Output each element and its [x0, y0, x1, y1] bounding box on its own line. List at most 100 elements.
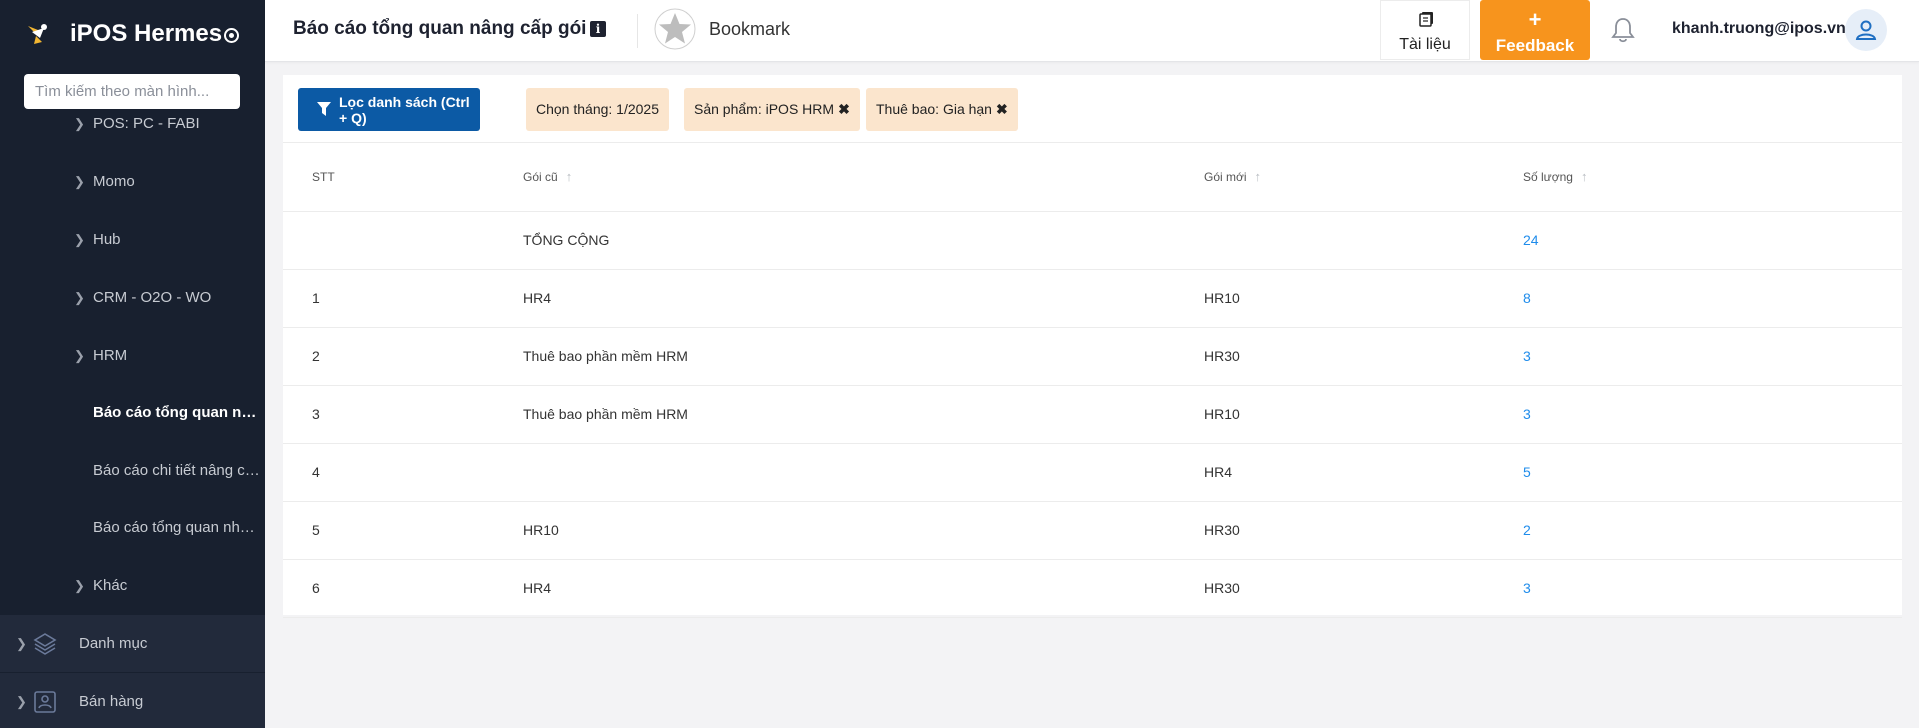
sort-arrow-icon[interactable]: ↑: [1581, 169, 1588, 184]
chevron-right-icon: ❯: [74, 231, 85, 247]
sidebar-item-label: Bán hàng: [79, 693, 144, 710]
sidebar-item-label: HRM: [93, 347, 128, 364]
sidebar-item-label: POS: PC - FABI: [93, 115, 200, 132]
top-header: Báo cáo tổng quan nâng cấp gói i Bookmar…: [265, 0, 1919, 62]
sidebar-item-label: Khác: [93, 577, 128, 594]
column-label: Gói mới: [1204, 170, 1247, 185]
cell-stt: 5: [283, 501, 523, 560]
cell-stt: 6: [283, 559, 523, 618]
cell-stt: 3: [283, 385, 523, 444]
bookmark-star-icon[interactable]: [654, 8, 696, 50]
cell-quantity[interactable]: 3: [1523, 385, 1902, 444]
column-header-quantity[interactable]: Số lượng ↑: [1523, 143, 1902, 212]
column-header-new-package[interactable]: Gói mới ↑: [1204, 143, 1523, 212]
sort-arrow-icon[interactable]: ↑: [566, 169, 573, 184]
chip-label: Sản phẩm: iPOS HRM: [694, 101, 835, 117]
filter-list-button[interactable]: Lọc danh sách (Ctrl + Q): [298, 88, 480, 131]
cell-quantity[interactable]: 2: [1523, 501, 1902, 560]
cell-old-package: Thuê bao phần mềm HRM: [523, 327, 1204, 386]
cell-quantity[interactable]: 5: [1523, 443, 1902, 502]
sidebar: iPOS Hermes ❯ POS: PC - FABI ❯ Momo ❯ Hu…: [0, 0, 265, 728]
table-row: 3 Thuê bao phần mềm HRM HR10 3: [283, 385, 1902, 444]
plus-icon: +: [1528, 7, 1542, 32]
cell-new-package: HR10: [1204, 269, 1523, 328]
chip-label: Chọn tháng: 1/2025: [536, 101, 659, 117]
chevron-right-icon: ❯: [74, 289, 85, 305]
cell-old-package: Thuê bao phần mềm HRM: [523, 385, 1204, 444]
info-icon[interactable]: i: [590, 21, 606, 37]
feedback-button[interactable]: + Feedback: [1480, 0, 1590, 60]
cell-new-package: HR30: [1204, 327, 1523, 386]
cell-stt: 1: [283, 269, 523, 328]
chevron-right-icon: ❯: [74, 577, 85, 593]
report-table: STT Gói cũ ↑ Gói mới ↑ Số lượng ↑ TỔNG CỘNG…: [283, 143, 1902, 618]
chip-label: Thuê bao: Gia hạn: [876, 101, 992, 117]
filter-chip-subscription[interactable]: Thuê bao: Gia hạn ✖: [866, 88, 1018, 131]
user-icon: [1855, 20, 1877, 40]
close-icon[interactable]: ✖: [996, 101, 1008, 117]
sidebar-item-label: CRM - O2O - WO: [93, 289, 212, 306]
cell-quantity[interactable]: 3: [1523, 327, 1902, 386]
filter-button-label: Lọc danh sách (Ctrl + Q): [339, 93, 470, 126]
table-row: 6 HR4 HR30 3: [283, 559, 1902, 618]
book-icon: [1419, 12, 1433, 27]
filter-chip-month[interactable]: Chọn tháng: 1/2025: [526, 88, 669, 131]
filter-chip-product[interactable]: Sản phẩm: iPOS HRM ✖: [684, 88, 860, 131]
cell-quantity[interactable]: 24: [1523, 211, 1902, 270]
column-header-stt: STT: [283, 143, 523, 212]
app-name: iPOS Hermes: [70, 20, 223, 47]
sidebar-group-catalog[interactable]: ❯ Danh mục: [0, 615, 265, 672]
radio-indicator-icon[interactable]: [224, 28, 239, 43]
sidebar-item-staff-overview[interactable]: Báo cáo tổng quan nhân viên: [0, 499, 265, 556]
table-total-row: TỔNG CỘNG 24: [283, 211, 1902, 270]
sidebar-item-hrm[interactable]: ❯ HRM: [0, 327, 265, 384]
docs-button[interactable]: Tài liệu: [1380, 0, 1470, 60]
table-row: 1 HR4 HR10 8: [283, 269, 1902, 328]
feedback-label: Feedback: [1495, 36, 1575, 55]
sidebar-item-label: Báo cáo tổng quan nhân viên: [93, 519, 263, 536]
column-label: Số lượng: [1523, 170, 1573, 185]
cell-new-package: HR10: [1204, 385, 1523, 444]
sidebar-item-label: Báo cáo chi tiết nâng cấp gói: [93, 462, 263, 479]
report-panel: Lọc danh sách (Ctrl + Q) Chọn tháng: 1/2…: [283, 75, 1902, 618]
table-row: 5 HR10 HR30 2: [283, 501, 1902, 560]
column-label: Gói cũ: [523, 170, 558, 185]
sidebar-item-upgrade-overview[interactable]: Báo cáo tổng quan nâng cấp gói: [0, 384, 265, 441]
table-row: 4 HR4 5: [283, 443, 1902, 502]
cell-new-package: [1204, 211, 1523, 270]
close-icon[interactable]: ✖: [838, 101, 850, 117]
sidebar-item-other[interactable]: ❯ Khác: [0, 557, 265, 614]
table-row: 2 Thuê bao phần mềm HRM HR30 3: [283, 327, 1902, 386]
cell-new-package: HR30: [1204, 501, 1523, 560]
cell-old-package: HR4: [523, 269, 1204, 328]
filter-icon: [317, 102, 331, 116]
sidebar-item-label: Báo cáo tổng quan nâng cấp gói: [93, 404, 263, 421]
chevron-right-icon: ❯: [16, 693, 27, 709]
cell-old-package: [523, 443, 1204, 502]
cell-stt: 2: [283, 327, 523, 386]
cell-stt: [283, 211, 523, 270]
sidebar-item-pos[interactable]: ❯ POS: PC - FABI: [0, 95, 265, 152]
avatar[interactable]: [1845, 9, 1887, 51]
user-email[interactable]: khanh.truong@ipos.vn: [1672, 20, 1846, 38]
brand: iPOS Hermes: [0, 0, 265, 70]
column-header-old-package[interactable]: Gói cũ ↑: [523, 143, 1204, 212]
cell-quantity[interactable]: 8: [1523, 269, 1902, 328]
chevron-right-icon: ❯: [16, 635, 27, 651]
cell-stt: 4: [283, 443, 523, 502]
sidebar-item-crm[interactable]: ❯ CRM - O2O - WO: [0, 269, 265, 326]
sidebar-item-label: Hub: [93, 231, 121, 248]
bell-icon[interactable]: [1610, 16, 1636, 44]
sidebar-item-momo[interactable]: ❯ Momo: [0, 153, 265, 210]
sidebar-group-sales[interactable]: ❯ Bán hàng: [0, 673, 265, 728]
bookmark-label[interactable]: Bookmark: [709, 19, 790, 40]
sidebar-item-label: Danh mục: [79, 635, 148, 652]
chevron-right-icon: ❯: [74, 173, 85, 189]
pos-icon: [34, 690, 56, 713]
cell-quantity[interactable]: 3: [1523, 559, 1902, 618]
sidebar-item-hub[interactable]: ❯ Hub: [0, 211, 265, 268]
sidebar-item-upgrade-detail[interactable]: Báo cáo chi tiết nâng cấp gói: [0, 442, 265, 499]
cell-total-label: TỔNG CỘNG: [523, 211, 1204, 270]
layers-icon: [33, 632, 57, 655]
sort-arrow-icon[interactable]: ↑: [1255, 169, 1262, 184]
